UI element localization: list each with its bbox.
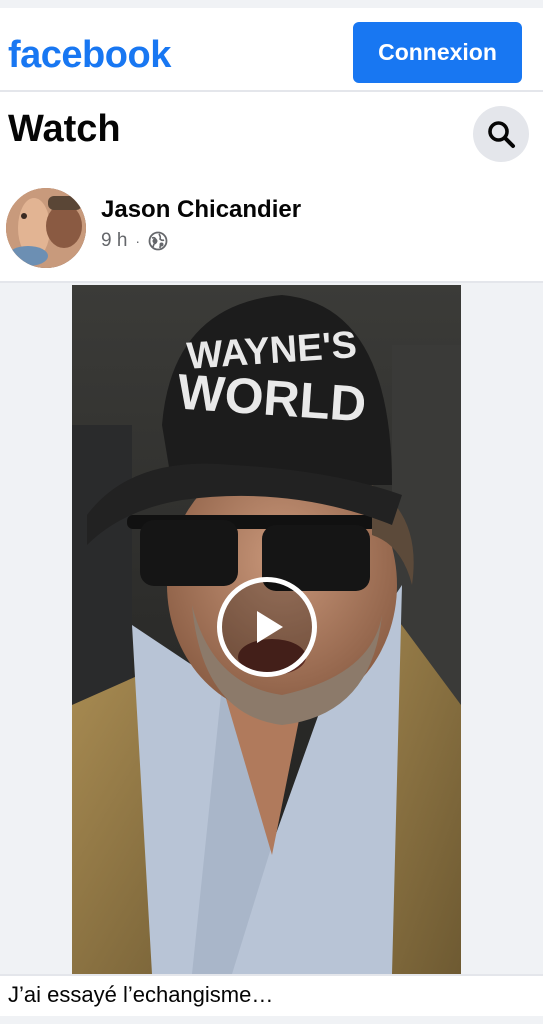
post-meta: 9 h · — [101, 230, 168, 252]
search-icon — [488, 121, 515, 148]
post-header: Jason Chicandier 9 h · — [0, 168, 543, 283]
video-player[interactable]: WAYNE'S WORLD — [72, 285, 461, 974]
avatar-image — [6, 188, 86, 268]
globe-icon — [148, 231, 168, 251]
top-bar: facebook Connexion — [0, 0, 543, 92]
login-button[interactable]: Connexion — [353, 22, 522, 83]
meta-separator: · — [135, 233, 141, 249]
play-button[interactable] — [217, 577, 317, 677]
play-icon — [257, 611, 283, 643]
section-header: Watch — [0, 92, 543, 168]
facebook-logo[interactable]: facebook — [8, 36, 171, 74]
caption-text[interactable]: J’ai essayé l’echangisme… — [8, 982, 273, 1008]
post-time[interactable]: 9 h — [101, 230, 127, 252]
search-button[interactable] — [473, 106, 529, 162]
bottom-divider — [0, 1016, 543, 1024]
avatar[interactable] — [6, 188, 86, 268]
page: facebook Connexion Watch Jason Chicandie… — [0, 0, 543, 1024]
video-area: WAYNE'S WORLD — [0, 283, 543, 974]
author-name[interactable]: Jason Chicandier — [101, 196, 301, 224]
page-title: Watch — [8, 108, 121, 150]
post-caption: J’ai essayé l’echangisme… — [0, 974, 543, 1016]
